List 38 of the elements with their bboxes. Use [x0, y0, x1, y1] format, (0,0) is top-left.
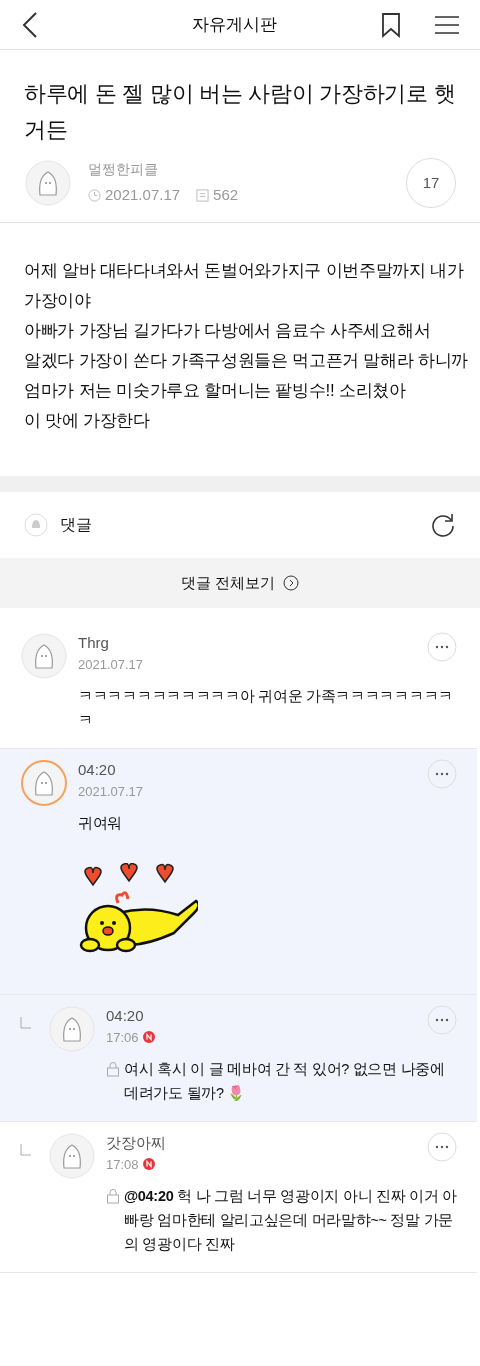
commenter-name: 04:20 — [78, 760, 117, 780]
comments-heading: 댓글 — [60, 515, 92, 535]
avatar-icon — [20, 759, 68, 807]
commenter-name: 갓장아찌 — [106, 1133, 166, 1153]
clock-icon — [88, 189, 101, 202]
comment-text: ㅋㅋㅋㅋㅋㅋㅋㅋㅋㅋㅋ아 귀여운 가족ㅋㅋㅋㅋㅋㅋㅋㅋㅋ — [78, 687, 454, 730]
comment-time: 17:08 — [106, 1155, 139, 1174]
commenter-name: 04:20 — [106, 1006, 145, 1026]
comment-text: 여시 혹시 이 글 메바여 간 적 있어? 없으면 나중에 데려가도 될까? 🌷 — [124, 1060, 446, 1103]
comment-time: 2021.07.17 — [78, 655, 144, 674]
commenter-name: Thrg — [78, 633, 110, 653]
comment-text: @04:20 헉 나 그럼 너무 영광이지 아니 진짜 이거 아빠랑 엄마한테 알리고싶은데 머라말햐~~ 정말 가문의 영광이다 진짜 — [124, 1187, 457, 1254]
body-text: 아빠가 가장님 길가다가 다방에서 음료수 사주세요해서 — [24, 320, 432, 342]
views-icon — [196, 189, 210, 202]
post-date: 2021.07.17 — [105, 185, 181, 206]
view-all-comments-button[interactable]: 댓글 전체보기 — [0, 558, 480, 608]
menu-icon[interactable] — [434, 14, 460, 35]
comment-count-button[interactable]: 17 — [406, 158, 456, 208]
body-text: 이 맛에 가장한다 — [24, 410, 151, 432]
post-title: 하루에 돈 젤 많이 버는 사람이 가장하기로 햇거든 — [24, 80, 456, 144]
view-count: 562 — [213, 185, 239, 206]
avatar-icon — [20, 632, 68, 680]
body-text: 알겠다 가장이 쏜다 가족구성원들은 먹고픈거 말해라 하니까 — [24, 350, 470, 372]
bookmark-icon[interactable] — [380, 11, 402, 38]
avatar-icon — [24, 159, 72, 207]
back-icon[interactable] — [20, 10, 40, 39]
body-text: 엄마가 저는 미숫가루요 할머니는 팥빙수!! 소리쳤아 — [24, 380, 407, 402]
bell-icon — [24, 513, 48, 537]
author-name: 멀쩡한피클 — [88, 160, 159, 180]
avatar-icon — [48, 1005, 96, 1053]
page-title: 자유게시판 — [191, 13, 277, 36]
chevron-circle-icon — [283, 575, 300, 591]
body-text: 어제 알바 대타다녀와서 돈벌어와가지구 이번주말까지 내가 가장이야 — [24, 260, 465, 312]
comment-text: 귀여워 — [78, 814, 123, 833]
comment-time: 2021.07.17 — [78, 782, 144, 801]
refresh-icon[interactable] — [430, 512, 456, 538]
comment-time: 17:06 — [106, 1028, 139, 1047]
avatar-icon — [48, 1132, 96, 1180]
